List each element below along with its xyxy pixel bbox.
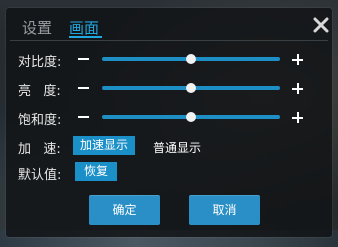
contrast-decrease-button[interactable] — [78, 58, 89, 60]
header-divider — [10, 40, 328, 41]
brightness-increase-button[interactable] — [292, 83, 303, 94]
active-tab-indicator — [69, 36, 102, 38]
contrast-slider[interactable] — [102, 54, 280, 64]
tab-picture[interactable]: 画面 — [69, 17, 99, 38]
close-icon[interactable] — [313, 17, 329, 33]
contrast-increase-button[interactable] — [292, 54, 303, 65]
brightness-slider-thumb[interactable] — [186, 83, 196, 93]
acceleration-label: 加 速: — [18, 142, 61, 157]
default-value-label: 默认值: — [18, 168, 62, 183]
tab-settings[interactable]: 设置 — [22, 17, 52, 38]
brightness-label: 亮 度: — [18, 84, 61, 99]
brightness-slider[interactable] — [102, 83, 280, 93]
cancel-button[interactable]: 取消 — [189, 195, 260, 225]
brightness-decrease-button[interactable] — [78, 87, 89, 89]
saturation-slider[interactable] — [102, 112, 280, 122]
saturation-label: 饱和度: — [18, 113, 62, 128]
contrast-slider-thumb[interactable] — [186, 54, 196, 64]
contrast-label: 对比度: — [18, 55, 62, 70]
saturation-increase-button[interactable] — [292, 112, 303, 123]
saturation-decrease-button[interactable] — [78, 116, 89, 118]
accelerated-display-option[interactable]: 加速显示 — [73, 136, 135, 155]
normal-display-option[interactable]: 普通显示 — [153, 139, 201, 156]
ok-button[interactable]: 确定 — [89, 195, 160, 225]
restore-defaults-button[interactable]: 恢复 — [75, 162, 117, 181]
saturation-slider-thumb[interactable] — [186, 112, 196, 122]
